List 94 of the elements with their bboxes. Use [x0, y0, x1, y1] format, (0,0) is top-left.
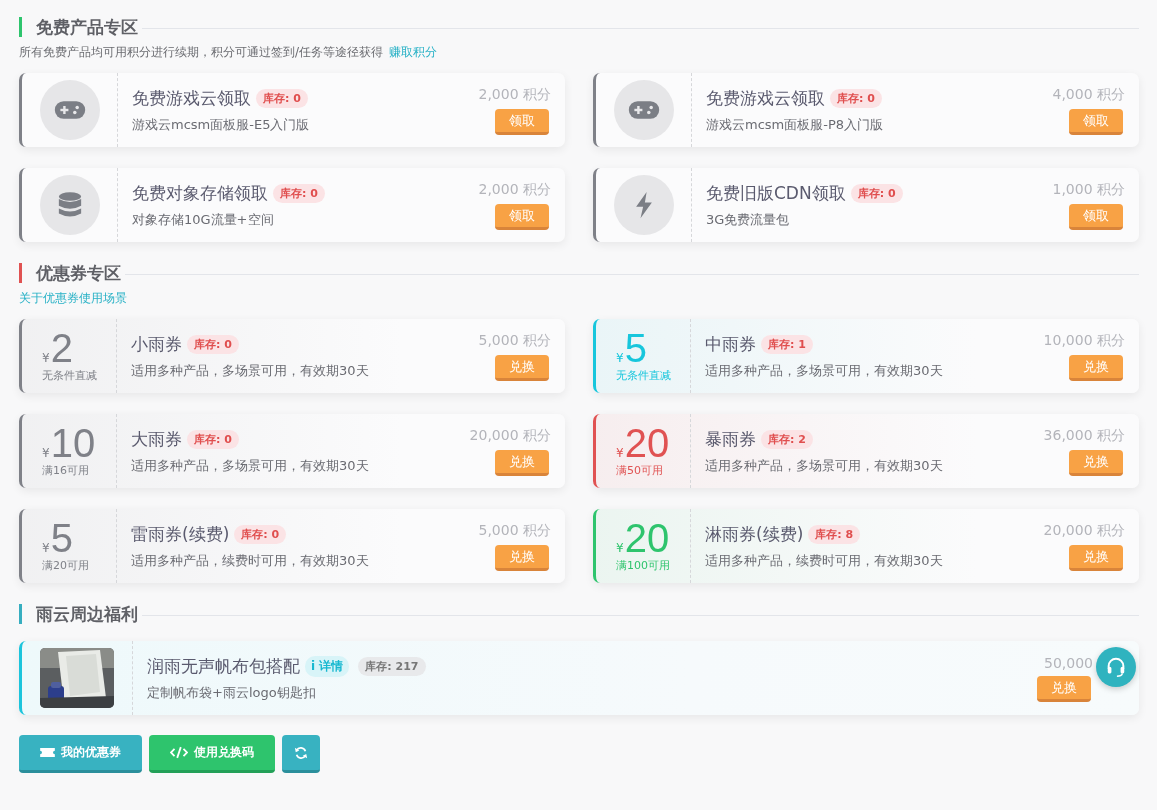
code-icon	[170, 746, 188, 759]
database-icon	[57, 191, 82, 219]
stock-tag: 库存: 8	[808, 524, 861, 544]
stock-tag: 库存: 0	[273, 183, 325, 203]
product-description: 游戏云mcsm面板服-E5入门版	[132, 115, 311, 134]
merch-name: 润雨无声帆布包搭配	[147, 654, 300, 678]
points-price: 2,000 积分	[478, 85, 551, 104]
section-title: 优惠券专区	[36, 261, 121, 285]
points-price: 36,000 积分	[1043, 426, 1125, 445]
product-name: 免费游戏云领取	[132, 86, 251, 110]
points-price: 5,000 积分	[478, 331, 551, 350]
gamepad-icon	[627, 100, 660, 120]
coupon-usage-link[interactable]: 关于优惠券使用场景	[19, 290, 127, 307]
product-name: 免费对象存储领取	[132, 181, 268, 205]
currency-sign: ¥	[616, 351, 624, 364]
stock-tag: 库存: 0	[256, 88, 308, 108]
section-marker	[19, 17, 22, 37]
product-description: 3G免费流量包	[706, 210, 791, 229]
product-description: 游戏云mcsm面板服-P8入门版	[706, 115, 885, 134]
stock-tag: 库存: 0	[234, 524, 287, 544]
points-price: 4,000 积分	[1052, 85, 1125, 104]
redeem-button[interactable]: 兑换	[1037, 675, 1091, 702]
redeem-button[interactable]: 兑换	[1069, 544, 1123, 571]
currency-sign: ¥	[616, 446, 624, 459]
coupon-name: 中雨券	[705, 332, 756, 356]
points-price: 10,000 积分	[1043, 331, 1125, 350]
stock-tag: 库存: 0	[187, 429, 239, 449]
coupon-amount: 5	[50, 519, 73, 556]
redeem-button[interactable]: 兑换	[1069, 354, 1123, 381]
coupon-condition: 满100可用	[616, 557, 670, 573]
redeem-button[interactable]: 兑换	[495, 354, 549, 381]
coupon-description: 适用多种产品，续费时可用，有效期30天	[131, 551, 370, 570]
coupon-amount: 5	[624, 329, 647, 366]
coupon-name: 雷雨券(续费)	[131, 522, 230, 546]
stock-tag: 库存: 217	[358, 656, 426, 676]
section-title: 雨云周边福利	[36, 602, 138, 626]
claim-button[interactable]: 领取	[495, 203, 549, 230]
section-description: 所有免费产品均可用积分进行续期，积分可通过签到/任务等途径获得	[19, 44, 384, 61]
stock-tag: 库存: 0	[830, 88, 882, 108]
coupon-description: 适用多种产品，多场景可用，有效期30天	[705, 456, 944, 475]
refresh-button[interactable]	[282, 735, 320, 773]
coupon-name: 小雨券	[131, 332, 182, 356]
ticket-icon	[40, 747, 55, 758]
currency-sign: ¥	[42, 446, 50, 459]
stock-tag: 库存: 1	[761, 334, 813, 354]
points-price: 20,000 积分	[469, 426, 551, 445]
coupon-name: 淋雨券(续费)	[705, 522, 804, 546]
points-price: 2,000 积分	[478, 180, 551, 199]
coupon-condition: 满16可用	[42, 462, 89, 478]
coupon-condition: 满50可用	[616, 462, 663, 478]
points-price: 20,000 积分	[1043, 521, 1125, 540]
earn-points-link[interactable]: 赚取积分	[389, 44, 438, 61]
points-price: 5,000 积分	[478, 521, 551, 540]
redeem-button[interactable]: 兑换	[1069, 449, 1123, 476]
headset-icon	[1105, 656, 1127, 678]
coupon-condition: 无条件直减	[42, 367, 97, 383]
redeem-code-button[interactable]: 使用兑换码	[149, 735, 275, 773]
claim-button[interactable]: 领取	[1069, 108, 1123, 135]
details-link[interactable]: i 详情	[305, 655, 350, 677]
product-name: 免费游戏云领取	[706, 86, 825, 110]
coupon-condition: 无条件直减	[616, 367, 671, 383]
coupon-description: 适用多种产品，多场景可用，有效期30天	[131, 361, 370, 380]
section-marker	[19, 263, 22, 283]
section-marker	[19, 604, 22, 624]
currency-sign: ¥	[616, 541, 624, 554]
coupon-condition: 满20可用	[42, 557, 89, 573]
points-price: 1,000 积分	[1052, 180, 1125, 199]
points-price: 50,000	[1044, 654, 1093, 671]
coupon-description: 适用多种产品，多场景可用，有效期30天	[131, 456, 370, 475]
coupon-description: 适用多种产品，多场景可用，有效期30天	[705, 361, 944, 380]
coupon-amount: 2	[50, 329, 73, 366]
coupon-name: 暴雨券	[705, 427, 756, 451]
product-description: 对象存储10G流量+空间	[132, 210, 275, 229]
stock-tag: 库存: 0	[187, 334, 239, 354]
gamepad-icon	[53, 100, 86, 120]
redeem-button[interactable]: 兑换	[495, 544, 549, 571]
coupon-name: 大雨券	[131, 427, 182, 451]
coupon-amount: 20	[624, 519, 670, 556]
coupon-amount: 10	[50, 424, 96, 461]
stock-tag: 库存: 2	[761, 429, 813, 449]
coupon-description: 适用多种产品，续费时可用，有效期30天	[705, 551, 944, 570]
currency-sign: ¥	[42, 351, 50, 364]
my-coupons-button[interactable]: 我的优惠券	[19, 735, 142, 773]
product-name: 免费旧版CDN领取	[706, 181, 846, 205]
section-title: 免费产品专区	[36, 15, 138, 39]
redeem-button[interactable]: 兑换	[495, 449, 549, 476]
merch-description: 定制帆布袋+雨云logo钥匙扣	[147, 683, 317, 702]
currency-sign: ¥	[42, 541, 50, 554]
claim-button[interactable]: 领取	[495, 108, 549, 135]
stock-tag: 库存: 0	[850, 183, 903, 203]
coupon-amount: 20	[624, 424, 670, 461]
refresh-icon	[294, 745, 308, 760]
customer-support-button[interactable]	[1096, 647, 1136, 687]
claim-button[interactable]: 领取	[1069, 203, 1123, 230]
